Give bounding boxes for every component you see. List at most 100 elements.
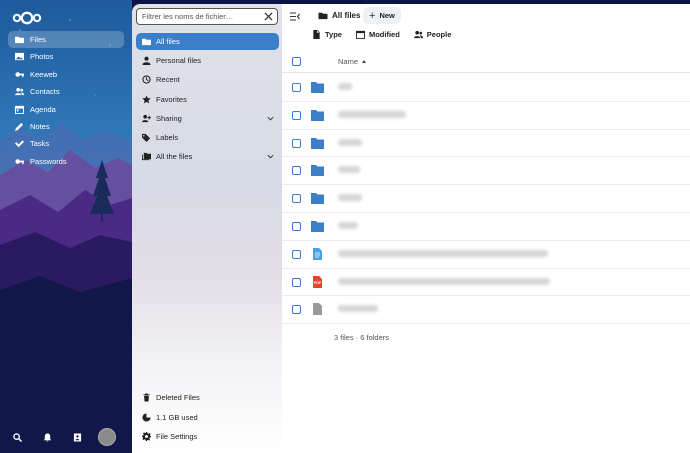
table-row[interactable] (282, 296, 690, 325)
check-icon (14, 139, 24, 149)
nextcloud-logo[interactable] (12, 9, 42, 27)
row-checkbox[interactable] (292, 138, 301, 148)
nav-item-label: Recent (156, 75, 180, 85)
app-photos[interactable]: Photos (8, 48, 124, 65)
folder-icon (141, 37, 151, 47)
filter-filenames-input[interactable] (142, 12, 262, 21)
share-icon (141, 113, 151, 123)
app-keeweb[interactable]: Keeweb (8, 66, 124, 83)
app-notes[interactable]: Notes (8, 118, 124, 135)
nav-item-label: All files (156, 37, 180, 46)
row-checkbox[interactable] (292, 166, 301, 176)
nav-item-sharing[interactable]: Sharing (136, 110, 279, 127)
filter-bar: Type Modified People (312, 30, 465, 39)
nav-item-personal-files[interactable]: Personal files (136, 52, 279, 69)
pdf-icon: PDF (313, 275, 322, 288)
history-icon (141, 75, 151, 85)
gear-icon (141, 432, 151, 442)
table-row[interactable] (282, 241, 690, 269)
menu-toggle-icon[interactable] (290, 12, 300, 21)
filter-type[interactable]: Type (312, 30, 342, 39)
row-checkbox[interactable] (292, 83, 301, 92)
folder-icon (311, 109, 324, 121)
contacts-menu-icon[interactable] (72, 432, 83, 443)
app-files[interactable]: Files (8, 31, 124, 48)
column-name-header[interactable]: Name (338, 57, 358, 66)
calendar-icon (355, 30, 365, 39)
folder-multiple-icon (141, 152, 151, 162)
nav-item-favorites[interactable]: Favorites (136, 91, 279, 108)
table-row[interactable] (282, 74, 690, 102)
nav-item-label: All the files (156, 152, 193, 162)
file-name (338, 83, 352, 90)
table-row[interactable] (282, 102, 690, 130)
nav-item-all-the-files[interactable]: All the files (136, 148, 279, 165)
app-agenda[interactable]: Agenda (8, 101, 124, 118)
nav-item-label: Personal files (156, 56, 202, 66)
row-checkbox[interactable] (292, 277, 301, 287)
app-tasks[interactable]: Tasks (8, 135, 124, 152)
table-row[interactable] (282, 130, 690, 158)
plus-icon: + (369, 9, 376, 22)
contacts-icon (14, 87, 24, 97)
file-name (338, 194, 362, 202)
image-icon (14, 52, 24, 62)
file-list: PDF (282, 74, 690, 325)
close-icon[interactable] (264, 12, 273, 21)
nav-item-deleted-files[interactable]: Deleted Files (136, 389, 279, 406)
app-label: Photos (30, 52, 54, 62)
select-all-checkbox[interactable] (292, 57, 301, 66)
nav-item-all-files[interactable]: All files (136, 33, 279, 50)
row-checkbox[interactable] (292, 194, 301, 204)
app-passwords[interactable]: Passwords (8, 153, 124, 170)
nav-item-label: Sharing (156, 113, 182, 123)
chevron-down-icon[interactable] (267, 153, 274, 160)
file-icon (313, 30, 320, 39)
table-row[interactable] (282, 213, 690, 241)
user-avatar[interactable] (98, 428, 116, 446)
nav-item-file-settings[interactable]: File Settings (136, 428, 279, 445)
file-name (338, 249, 548, 257)
nav-item-label: 1.1 GB used (156, 412, 198, 422)
table-row[interactable]: PDF (282, 269, 690, 297)
nav-item-labels[interactable]: Labels (136, 129, 279, 146)
app-label: Tasks (30, 139, 50, 149)
chevron-down-icon[interactable] (267, 115, 274, 122)
search-icon[interactable] (12, 432, 23, 443)
nav-item-label: Favorites (156, 94, 187, 104)
filter-search-box[interactable] (136, 8, 278, 25)
bell-icon[interactable] (42, 432, 53, 443)
folder-icon (311, 165, 324, 177)
row-checkbox[interactable] (292, 110, 301, 120)
key-icon (14, 156, 24, 166)
pencil-icon (14, 121, 24, 131)
nav-footer: Deleted Files 1.1 GB used File Settings (136, 389, 279, 448)
file-name (338, 166, 360, 174)
nav-item-recent[interactable]: Recent (136, 71, 279, 88)
new-button[interactable]: + New (363, 7, 401, 24)
svg-text:PDF: PDF (314, 280, 322, 284)
star-icon (141, 94, 151, 104)
nav-list: All files Personal files Recent Favorite… (136, 33, 279, 167)
table-row[interactable] (282, 185, 690, 213)
row-checkbox[interactable] (292, 221, 301, 231)
filter-label: People (426, 30, 452, 39)
filter-label: Modified (368, 30, 400, 39)
row-checkbox[interactable] (292, 305, 301, 315)
app-label: Agenda (30, 104, 56, 114)
filter-people[interactable]: People (413, 30, 452, 39)
breadcrumb-label: All files (332, 11, 361, 20)
file-list-summary: 3 files · 6 folders (334, 333, 390, 342)
folder-icon (311, 82, 324, 93)
folder-icon (311, 220, 324, 232)
row-checkbox[interactable] (292, 249, 301, 259)
breadcrumb[interactable]: All files (318, 11, 360, 20)
file-name (338, 110, 406, 118)
folder-icon (311, 193, 324, 205)
app-contacts[interactable]: Contacts (8, 83, 124, 100)
nav-item-label: Deleted Files (156, 393, 200, 402)
nav-item-storage-used[interactable]: 1.1 GB used (136, 409, 279, 426)
table-row[interactable] (282, 157, 690, 186)
filter-modified[interactable]: Modified (355, 30, 400, 39)
file-icon (313, 303, 322, 316)
